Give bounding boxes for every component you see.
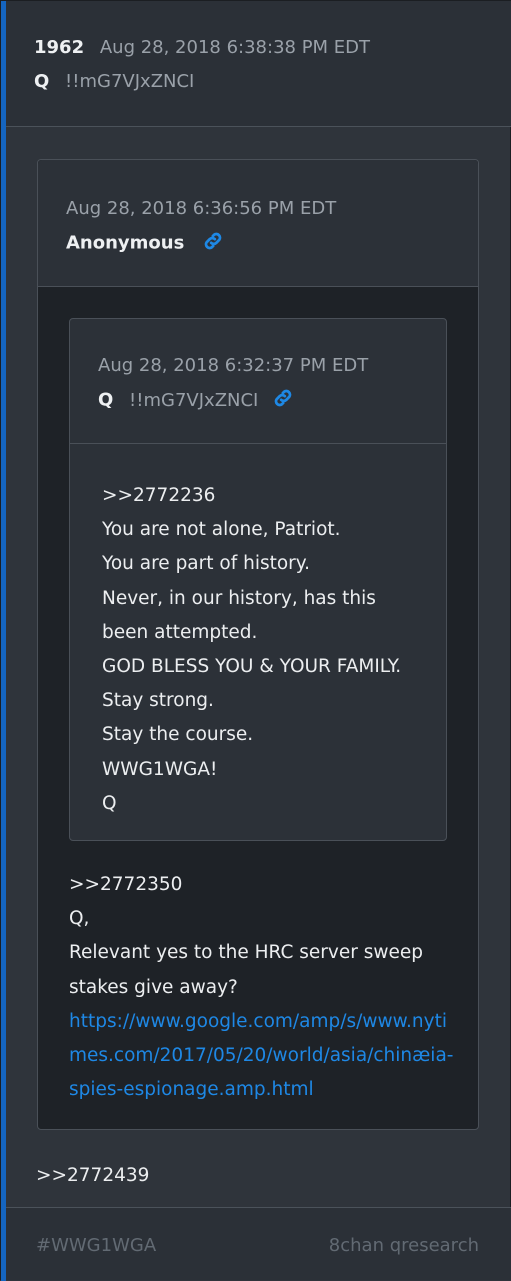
nested-post-timestamp: Aug 28, 2018 6:32:37 PM EDT xyxy=(98,355,369,376)
quoted-post-body: >>2772350 Q, Relevant yes to the HRC ser… xyxy=(69,868,459,1107)
post-tripcode: !!mG7VJxZNCI xyxy=(65,71,195,92)
post-author-row: Q !!mG7VJxZNCI xyxy=(34,71,194,92)
source-label: 8chan qresearch xyxy=(328,1235,479,1256)
post-header: 1962 Aug 28, 2018 6:38:38 PM EDT Q !!mG7… xyxy=(6,1,511,127)
quoted-post-timestamp: Aug 28, 2018 6:36:56 PM EDT xyxy=(66,198,337,219)
quoted-post-line: Relevant yes to the HRC server sweep sta… xyxy=(69,942,423,998)
nested-post-tripcode: !!mG7VJxZNCI xyxy=(129,389,259,411)
quoted-post-header: Aug 28, 2018 6:36:56 PM EDT Anonymous xyxy=(38,160,478,287)
quoted-post-author-row: Anonymous xyxy=(66,230,224,257)
nested-post-author: Q xyxy=(98,389,114,411)
nested-post-line: You are not alone, Patriot. xyxy=(102,519,341,541)
nested-quoted-post: Aug 28, 2018 6:32:37 PM EDT Q !!mG7VJxZN… xyxy=(69,318,447,841)
post-number: 1962 xyxy=(34,37,85,58)
nested-post-line: Stay strong. xyxy=(102,690,214,712)
nested-post-line: You are part of history. xyxy=(102,553,310,575)
nested-post-line: GOD BLESS YOU & YOUR FAMILY. xyxy=(102,656,402,678)
post-author: Q xyxy=(34,71,50,92)
quoted-post-line[interactable]: >>2772350 xyxy=(69,868,459,902)
post-timestamp: Aug 28, 2018 6:38:38 PM EDT xyxy=(99,37,371,58)
nested-post-line: WWG1WGA! xyxy=(102,758,218,780)
nested-post-line: been attempted. xyxy=(102,621,258,643)
nested-post-header: Aug 28, 2018 6:32:37 PM EDT Q !!mG7VJxZN… xyxy=(70,319,446,444)
quoted-post-line: Q, xyxy=(69,908,90,930)
hashtag: #WWG1WGA xyxy=(36,1235,157,1256)
nested-post-body: >>2772236 You are not alone, Patriot. Yo… xyxy=(102,479,432,821)
post-meta-row: 1962 Aug 28, 2018 6:38:38 PM EDT xyxy=(34,37,370,58)
nested-post-line[interactable]: >>2772236 xyxy=(102,479,432,513)
nested-post-author-row: Q !!mG7VJxZNCI xyxy=(98,387,294,414)
link-icon[interactable] xyxy=(272,387,294,414)
q-post-card: 1962 Aug 28, 2018 6:38:38 PM EDT Q !!mG7… xyxy=(0,0,511,1281)
article-link[interactable]: https://www.google.com/amp/s/www.nytimes… xyxy=(69,1005,459,1108)
nested-post-line: Stay the course. xyxy=(102,724,254,746)
accent-bar xyxy=(1,1,6,1281)
post-footer: #WWG1WGA 8chan qresearch xyxy=(6,1207,511,1280)
nested-post-line: Never, in our history, has this xyxy=(102,587,376,609)
nested-post-line: Q xyxy=(102,792,117,814)
quoted-post-author: Anonymous xyxy=(66,232,185,254)
reply-reference[interactable]: >>2772439 xyxy=(36,1159,149,1193)
quoted-post: Aug 28, 2018 6:36:56 PM EDT Anonymous Au… xyxy=(37,159,479,1130)
link-icon[interactable] xyxy=(202,230,224,257)
